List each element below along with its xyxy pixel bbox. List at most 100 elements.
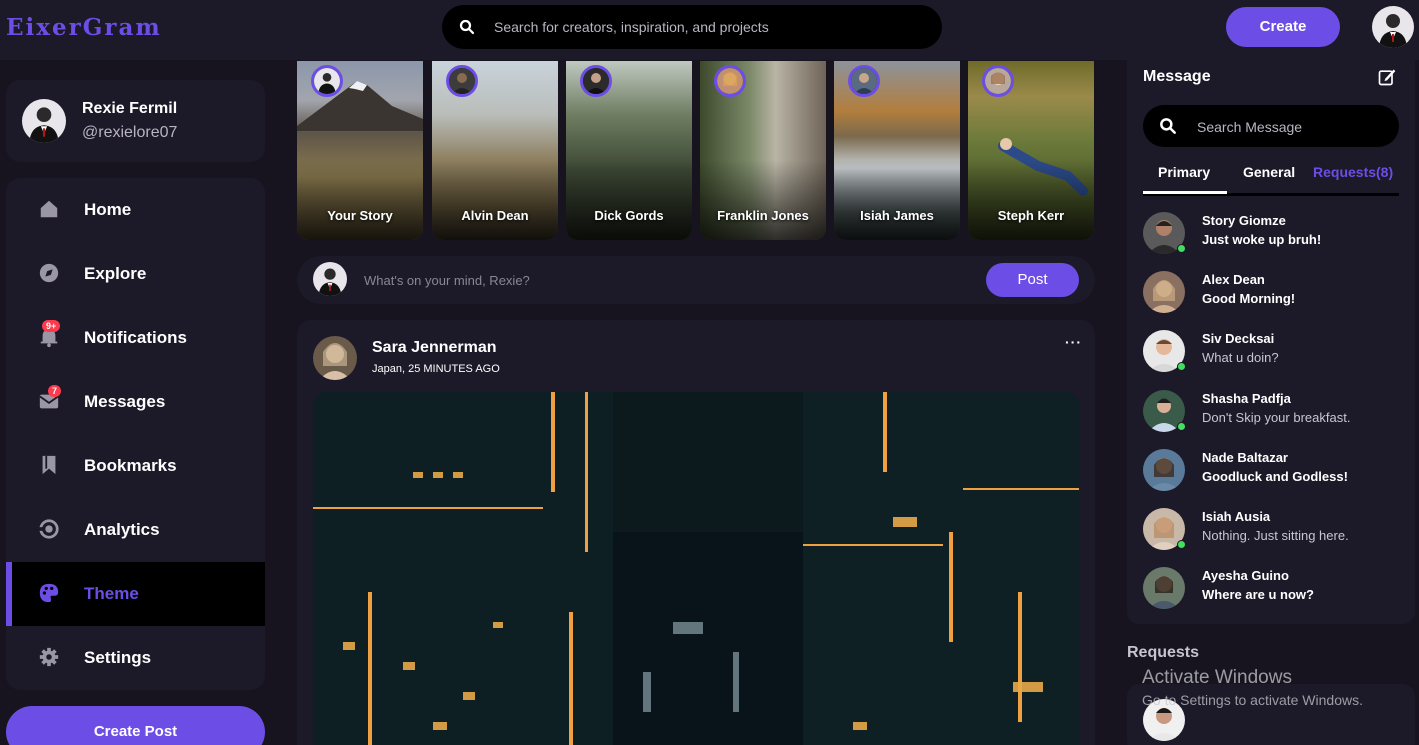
story-card[interactable]: Alvin Dean xyxy=(432,61,558,240)
top-bar: EixerGram Search for creators, inspirati… xyxy=(0,0,1419,60)
online-indicator xyxy=(1177,422,1186,431)
chat-item[interactable]: Shasha Padfja Don't Skip your breakfast. xyxy=(1143,390,1403,442)
chat-message: Just woke up bruh! xyxy=(1202,232,1322,247)
chat-name: Story Giomze xyxy=(1202,213,1286,228)
messages-badge: 7 xyxy=(48,385,62,397)
sidebar-item-label: Settings xyxy=(84,648,152,667)
chat-name: Alex Dean xyxy=(1202,272,1265,287)
global-search-bar[interactable]: Search for creators, inspiration, and pr… xyxy=(442,5,942,49)
tab-primary[interactable]: Primary xyxy=(1158,164,1210,180)
notifications-badge: 9+ xyxy=(42,320,61,332)
online-indicator xyxy=(1177,362,1186,371)
tab-requests[interactable]: Requests(8) xyxy=(1313,164,1393,180)
chat-message: Where are u now? xyxy=(1202,587,1314,602)
sidebar-item-label: Explore xyxy=(84,264,147,283)
sidebar-item-label: Bookmarks xyxy=(84,456,177,475)
sidebar-item-settings[interactable]: Settings xyxy=(6,626,265,690)
active-tab-indicator xyxy=(1143,191,1227,194)
edit-icon[interactable] xyxy=(1377,67,1397,87)
story-avatar xyxy=(446,65,478,97)
search-icon xyxy=(1160,118,1176,134)
profile-name: Rexie Fermil xyxy=(82,100,178,117)
chat-avatar xyxy=(1143,567,1185,609)
profile-avatar xyxy=(22,99,66,143)
story-name: Alvin Dean xyxy=(461,208,529,223)
sidebar-item-label: Home xyxy=(84,200,132,219)
messages-title: Message xyxy=(1143,68,1211,85)
story-avatar xyxy=(714,65,746,97)
chat-name: Siv Decksai xyxy=(1202,331,1275,346)
chat-name: Isiah Ausia xyxy=(1202,509,1271,524)
create-button[interactable]: Create xyxy=(1226,7,1340,47)
requests-title: Requests xyxy=(1127,644,1200,661)
online-indicator xyxy=(1177,540,1186,549)
sidebar-item-label: Notifications xyxy=(84,328,187,347)
more-options-icon[interactable]: ··· xyxy=(1065,334,1082,350)
search-icon xyxy=(459,19,475,35)
sidebar-item-messages[interactable]: 7 Messages xyxy=(6,370,265,434)
chat-item[interactable]: Siv Decksai What u doin? xyxy=(1143,330,1403,382)
story-avatar xyxy=(982,65,1014,97)
story-avatar xyxy=(580,65,612,97)
chat-item[interactable]: Nade Baltazar Goodluck and Godless! xyxy=(1143,449,1403,501)
sidebar-item-theme[interactable]: Theme xyxy=(6,562,265,626)
feed-post: Sara Jennerman Japan, 25 MINUTES AGO ··· xyxy=(297,320,1095,745)
story-avatar xyxy=(848,65,880,97)
messages-panel: Message Search Message Primary General R… xyxy=(1127,60,1415,624)
sidebar-item-notifications[interactable]: 9+ Notifications xyxy=(6,306,265,370)
post-author-avatar[interactable] xyxy=(313,336,357,380)
sidebar-item-explore[interactable]: Explore xyxy=(6,242,265,306)
post-author-name[interactable]: Sara Jennerman xyxy=(372,339,497,357)
post-meta: Japan, 25 MINUTES AGO xyxy=(372,363,500,375)
composer-input[interactable]: What's on your mind, Rexie? xyxy=(364,273,530,288)
message-search[interactable]: Search Message xyxy=(1143,105,1399,147)
message-tabs: Primary General Requests(8) xyxy=(1143,158,1399,196)
story-card[interactable]: Steph Kerr xyxy=(968,61,1094,240)
story-card[interactable]: Your Story xyxy=(297,61,423,240)
message-search-placeholder[interactable]: Search Message xyxy=(1197,119,1302,135)
story-name: Isiah James xyxy=(860,208,934,223)
active-indicator xyxy=(6,562,12,626)
story-name: Dick Gords xyxy=(594,208,664,223)
story-card[interactable]: Isiah James xyxy=(834,61,960,240)
post-button[interactable]: Post xyxy=(986,263,1079,297)
profile-handle: @rexielore07 xyxy=(82,124,178,141)
chat-item[interactable]: Isiah Ausia Nothing. Just sitting here. xyxy=(1143,508,1403,560)
profile-card[interactable]: Rexie Fermil @rexielore07 xyxy=(6,80,265,162)
chat-name: Ayesha Guino xyxy=(1202,568,1289,583)
chat-item[interactable]: Ayesha Guino Where are u now? xyxy=(1143,567,1403,619)
chat-name: Nade Baltazar xyxy=(1202,450,1288,465)
palette-icon xyxy=(39,583,59,603)
sidebar-item-label: Analytics xyxy=(84,520,160,539)
bookmark-icon xyxy=(42,455,56,475)
sidebar-item-home[interactable]: Home xyxy=(6,178,265,242)
chat-avatar xyxy=(1143,449,1185,491)
post-composer: What's on your mind, Rexie? Post xyxy=(297,256,1095,304)
chat-message: Don't Skip your breakfast. xyxy=(1202,410,1351,425)
story-name: Franklin Jones xyxy=(717,208,809,223)
story-card[interactable]: Franklin Jones xyxy=(700,61,826,240)
gear-icon xyxy=(39,647,59,667)
app-logo[interactable]: EixerGram xyxy=(6,14,162,41)
chat-item[interactable]: Alex Dean Good Morning! xyxy=(1143,271,1403,323)
user-avatar[interactable] xyxy=(1372,6,1414,48)
chat-name: Shasha Padfja xyxy=(1202,391,1291,406)
sidebar-item-bookmarks[interactable]: Bookmarks xyxy=(6,434,265,498)
online-indicator xyxy=(1177,244,1186,253)
analytics-icon xyxy=(38,519,59,539)
chat-message: Goodluck and Godless! xyxy=(1202,469,1348,484)
tab-general[interactable]: General xyxy=(1243,164,1295,180)
story-name: Your Story xyxy=(327,208,393,223)
post-image xyxy=(313,392,1079,745)
composer-avatar xyxy=(313,262,347,296)
story-card[interactable]: Dick Gords xyxy=(566,61,692,240)
sidebar-item-label: Messages xyxy=(84,392,166,411)
search-placeholder[interactable]: Search for creators, inspiration, and pr… xyxy=(494,19,769,35)
sidebar-nav: Home Explore 9+ Notifications 7 Messages… xyxy=(6,178,265,690)
sidebar-item-analytics[interactable]: Analytics xyxy=(6,498,265,562)
create-post-button[interactable]: Create Post xyxy=(6,706,265,745)
chat-avatar xyxy=(1143,271,1185,313)
home-icon xyxy=(40,200,58,218)
chat-item[interactable]: Story Giomze Just woke up bruh! xyxy=(1143,212,1403,264)
story-avatar xyxy=(311,65,343,97)
